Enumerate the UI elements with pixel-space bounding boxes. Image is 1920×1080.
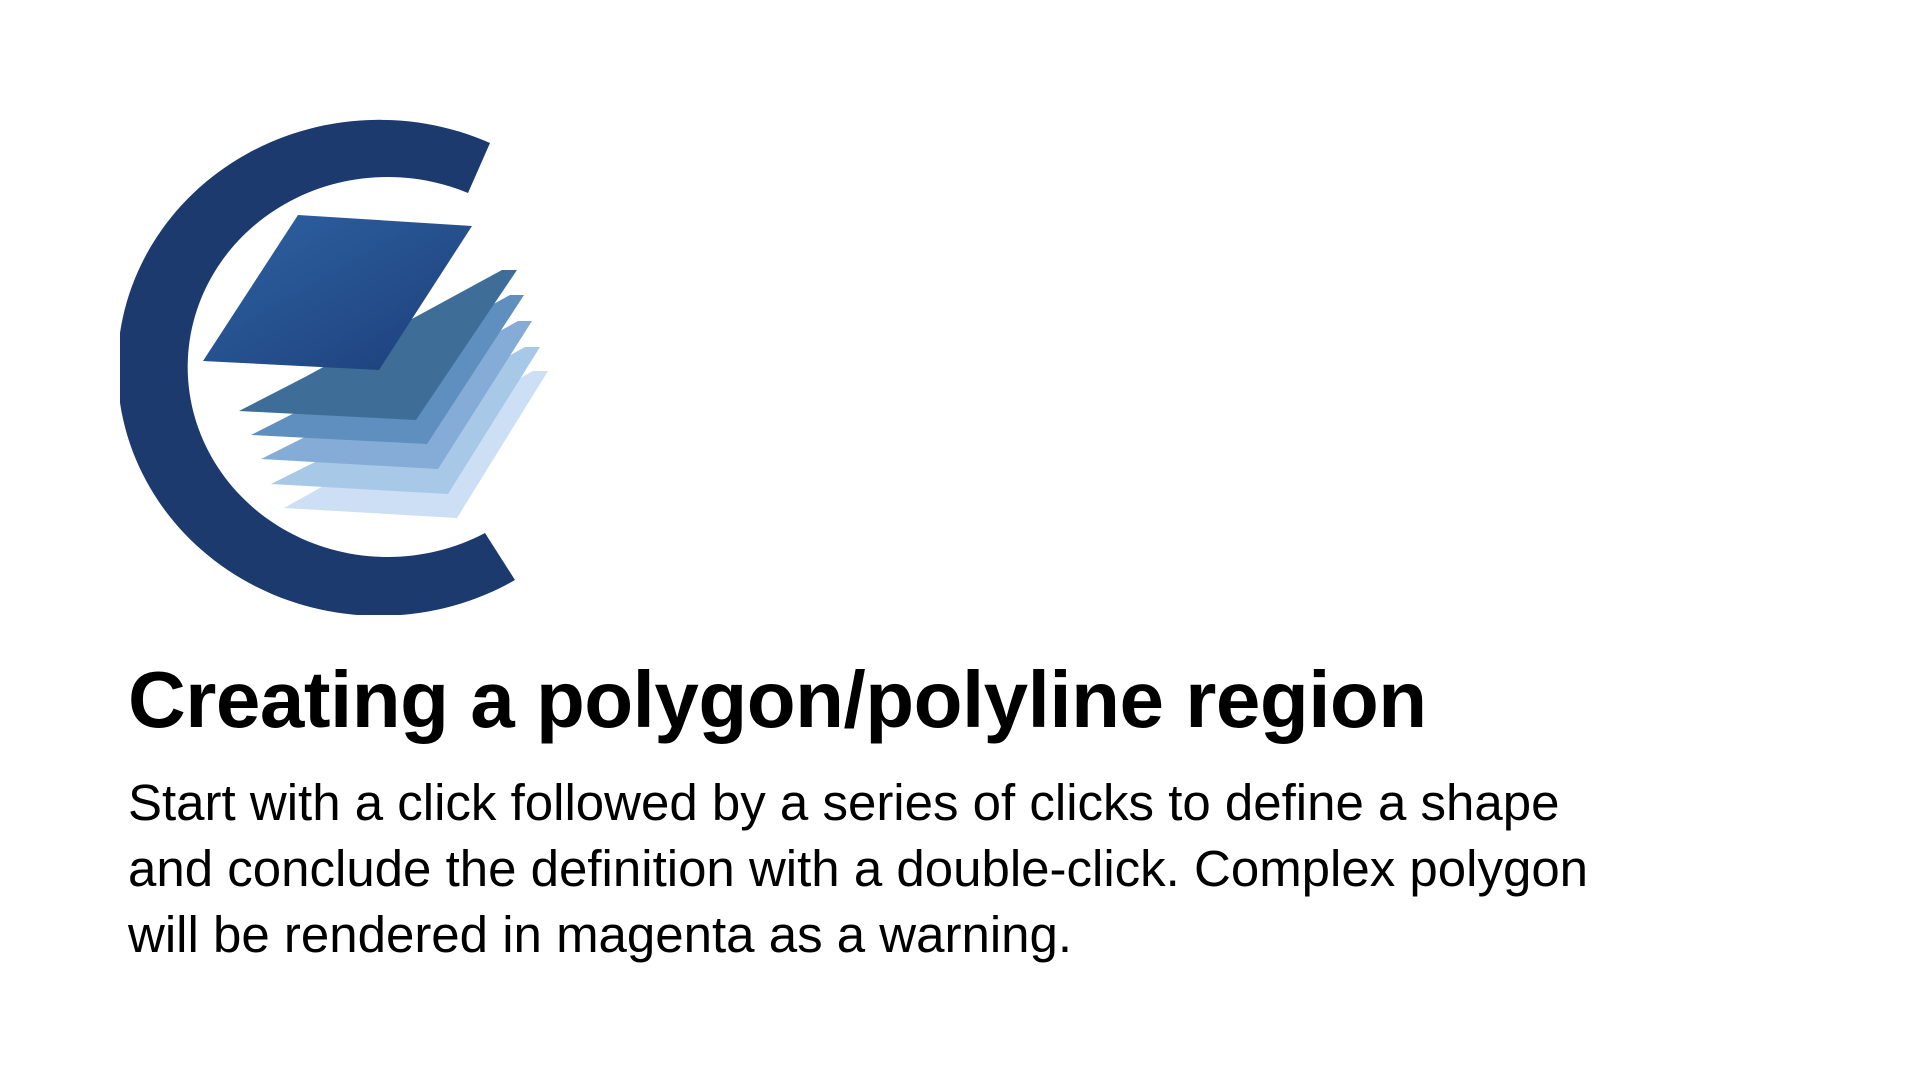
- instruction-text: Start with a click followed by a series …: [128, 774, 1589, 963]
- page-title: Creating a polygon/polyline region: [128, 655, 1427, 744]
- app-logo-icon: [117, 115, 560, 616]
- layered-polygon-logo-icon: [117, 119, 548, 616]
